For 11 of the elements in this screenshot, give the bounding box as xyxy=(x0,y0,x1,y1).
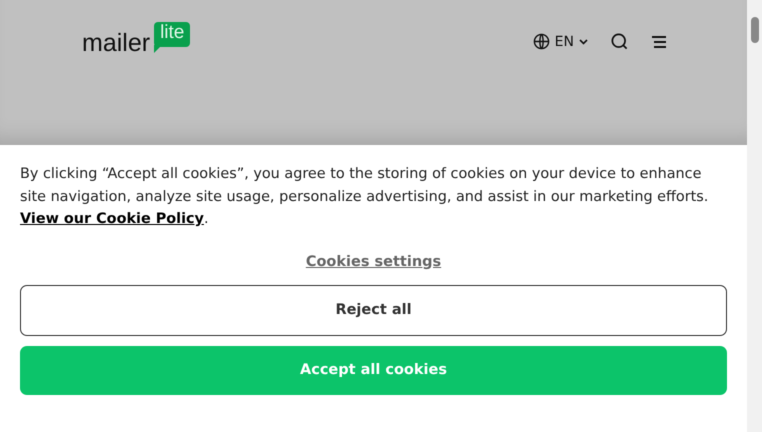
cookie-policy-link[interactable]: View our Cookie Policy xyxy=(20,211,204,227)
scrollbar[interactable] xyxy=(747,0,762,432)
cookies-settings-link[interactable]: Cookies settings xyxy=(306,254,442,270)
logo[interactable]: mailer lite xyxy=(82,22,190,58)
language-selector[interactable]: EN xyxy=(532,33,588,50)
globe-icon xyxy=(532,33,550,50)
cookie-message: By clicking “Accept all cookies”, you agree to the storing of cookies on your device to enhance site navigation, analyze site usage, personalize advertising, and assist in our marketing efforts. View our Cookie Policy. xyxy=(20,165,710,229)
search-button[interactable] xyxy=(610,32,629,51)
reject-button[interactable]: Reject all xyxy=(20,284,727,336)
menu-button[interactable] xyxy=(651,34,667,48)
chevron-down-icon xyxy=(579,38,588,44)
